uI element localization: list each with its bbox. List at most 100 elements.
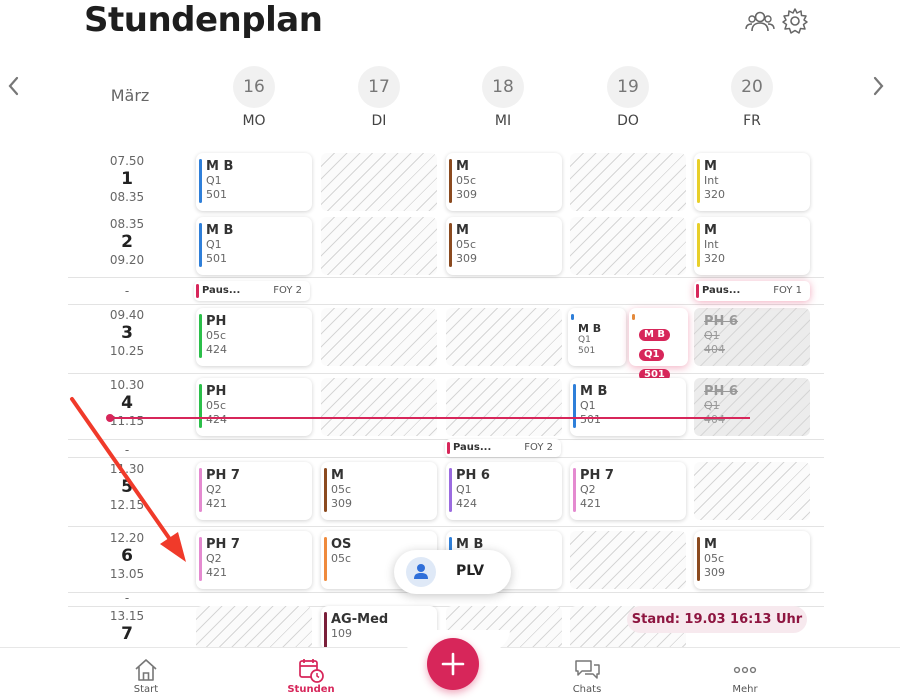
lesson-subject: M B [206, 159, 234, 174]
free-slot [570, 217, 686, 275]
lesson-subject: M B [580, 384, 608, 399]
lesson-class: Q1 [456, 483, 472, 496]
period-number: 6 [121, 546, 133, 566]
lesson-class: Q1 [578, 335, 591, 345]
period-number: 7 [121, 624, 133, 644]
subject-color-bar [573, 468, 576, 512]
lesson-class: Int [704, 238, 719, 251]
app-root: Stundenplan März 16 MO 17 DI 18 MI 19 DO… [0, 0, 900, 700]
lesson-room: 501 [580, 413, 601, 426]
lesson-subject: PH 6 [704, 384, 738, 399]
tab-label: Mehr [732, 684, 758, 695]
lesson-card[interactable]: M 05c 309 [446, 153, 562, 211]
lesson-card[interactable]: M Int 320 [694, 153, 810, 211]
pause-room: FOY 2 [524, 442, 553, 453]
chevron-left-icon[interactable] [2, 72, 26, 100]
calendar-clock-icon [299, 659, 324, 683]
plv-button[interactable]: PLV [394, 550, 511, 594]
lesson-room: 501 [206, 188, 227, 201]
lesson-room: 424 [206, 343, 227, 356]
group-icon[interactable] [745, 6, 775, 36]
lesson-subject: PH [206, 314, 227, 329]
lesson-card-cancelled[interactable]: PH 6 Q1 404 [694, 378, 810, 436]
lesson-card[interactable]: PH 05c 424 [196, 378, 312, 436]
lesson-card[interactable]: M B Q1 501 [196, 217, 312, 275]
free-slot [570, 153, 686, 211]
lesson-card[interactable]: M B Q1 501 [196, 153, 312, 211]
lesson-room: 501 [578, 346, 596, 356]
lesson-card[interactable]: M B Q1 501 [570, 378, 686, 436]
day-name: FR [743, 113, 761, 129]
lesson-card-changed[interactable]: M B Q1 501 [629, 308, 688, 381]
subject-color-bar [449, 468, 452, 512]
period-start: 09.40 [109, 308, 145, 322]
lesson-class: Q2 [206, 552, 222, 565]
lesson-card[interactable]: M B Q1 501 [568, 308, 626, 366]
pause-label: Paus... [453, 442, 492, 453]
lesson-card-cancelled[interactable]: PH 6 Q1 404 [694, 308, 810, 366]
tab-chats[interactable]: Chats [527, 648, 647, 700]
chevron-right-icon[interactable] [866, 72, 890, 100]
plv-label: PLV [456, 563, 485, 579]
home-icon [135, 659, 157, 681]
add-button[interactable] [427, 638, 479, 690]
period-start: 10.30 [109, 378, 145, 392]
lesson-card[interactable]: M 05c 309 [694, 531, 810, 589]
lesson-subject: PH [206, 384, 227, 399]
lesson-subject: PH 6 [456, 468, 490, 483]
lesson-subject: M B [206, 223, 234, 238]
lesson-subject: PH 7 [206, 468, 240, 483]
period-1: 07.50 1 08.35 [68, 154, 186, 204]
subject-color-bar [449, 159, 452, 203]
subject-color-bar [324, 612, 327, 648]
subject-color-bar [199, 384, 202, 428]
lesson-subject: M [704, 159, 717, 174]
lesson-card[interactable]: M Int 320 [694, 217, 810, 275]
lesson-room: 320 [704, 188, 725, 201]
day-do[interactable]: 19 DO [598, 66, 658, 129]
tab-label: Start [133, 684, 159, 695]
pause-chip[interactable]: Paus... FOY 2 [194, 281, 310, 301]
pause-color-bar [196, 284, 199, 298]
lesson-room: 404 [704, 343, 725, 356]
pause-chip[interactable]: Paus... FOY 2 [445, 439, 561, 457]
free-slot [446, 308, 562, 366]
lesson-card[interactable]: PH 05c 424 [196, 308, 312, 366]
day-mo[interactable]: 16 MO [224, 66, 284, 129]
tab-mehr[interactable]: Mehr [685, 648, 805, 700]
subject-color-bar [324, 537, 327, 581]
day-fr[interactable]: 20 FR [722, 66, 782, 129]
period-end: 09.20 [109, 253, 145, 267]
month-label: März [110, 86, 150, 105]
free-slot [196, 606, 312, 650]
lesson-room: 309 [456, 188, 477, 201]
gear-icon[interactable] [780, 6, 810, 36]
lesson-card[interactable]: M 05c 309 [446, 217, 562, 275]
tab-stunden[interactable]: Stunden [251, 648, 371, 700]
day-name: MI [494, 113, 512, 129]
lesson-card[interactable]: PH 7 Q2 421 [570, 462, 686, 520]
lesson-card[interactable]: PH 7 Q2 421 [196, 462, 312, 520]
pause-chip[interactable]: Paus... FOY 1 [694, 281, 810, 301]
day-di[interactable]: 17 DI [349, 66, 409, 129]
lesson-room: 421 [206, 497, 227, 510]
lesson-card[interactable]: PH 7 Q2 421 [196, 531, 312, 589]
period-4: 10.30 4 11.15 [68, 378, 186, 428]
tab-start[interactable]: Start [86, 648, 206, 700]
lesson-room: 424 [456, 497, 477, 510]
period-number: 1 [121, 169, 133, 189]
free-slot [570, 531, 686, 589]
period-2: 08.35 2 09.20 [68, 217, 186, 267]
period-3: 09.40 3 10.25 [68, 308, 186, 358]
lesson-room: 421 [206, 566, 227, 579]
subject-color-bar [697, 159, 700, 203]
current-time-dot [106, 414, 114, 422]
day-number: 18 [482, 66, 524, 108]
lesson-class: 05c [456, 174, 477, 187]
pause-room: FOY 2 [273, 285, 302, 296]
lesson-card[interactable]: PH 6 Q1 424 [446, 462, 562, 520]
lesson-class: Q1 [639, 349, 665, 361]
lesson-card[interactable]: M 05c 309 [321, 462, 437, 520]
lesson-room: 424 [206, 413, 227, 426]
day-mi[interactable]: 18 MI [473, 66, 533, 129]
